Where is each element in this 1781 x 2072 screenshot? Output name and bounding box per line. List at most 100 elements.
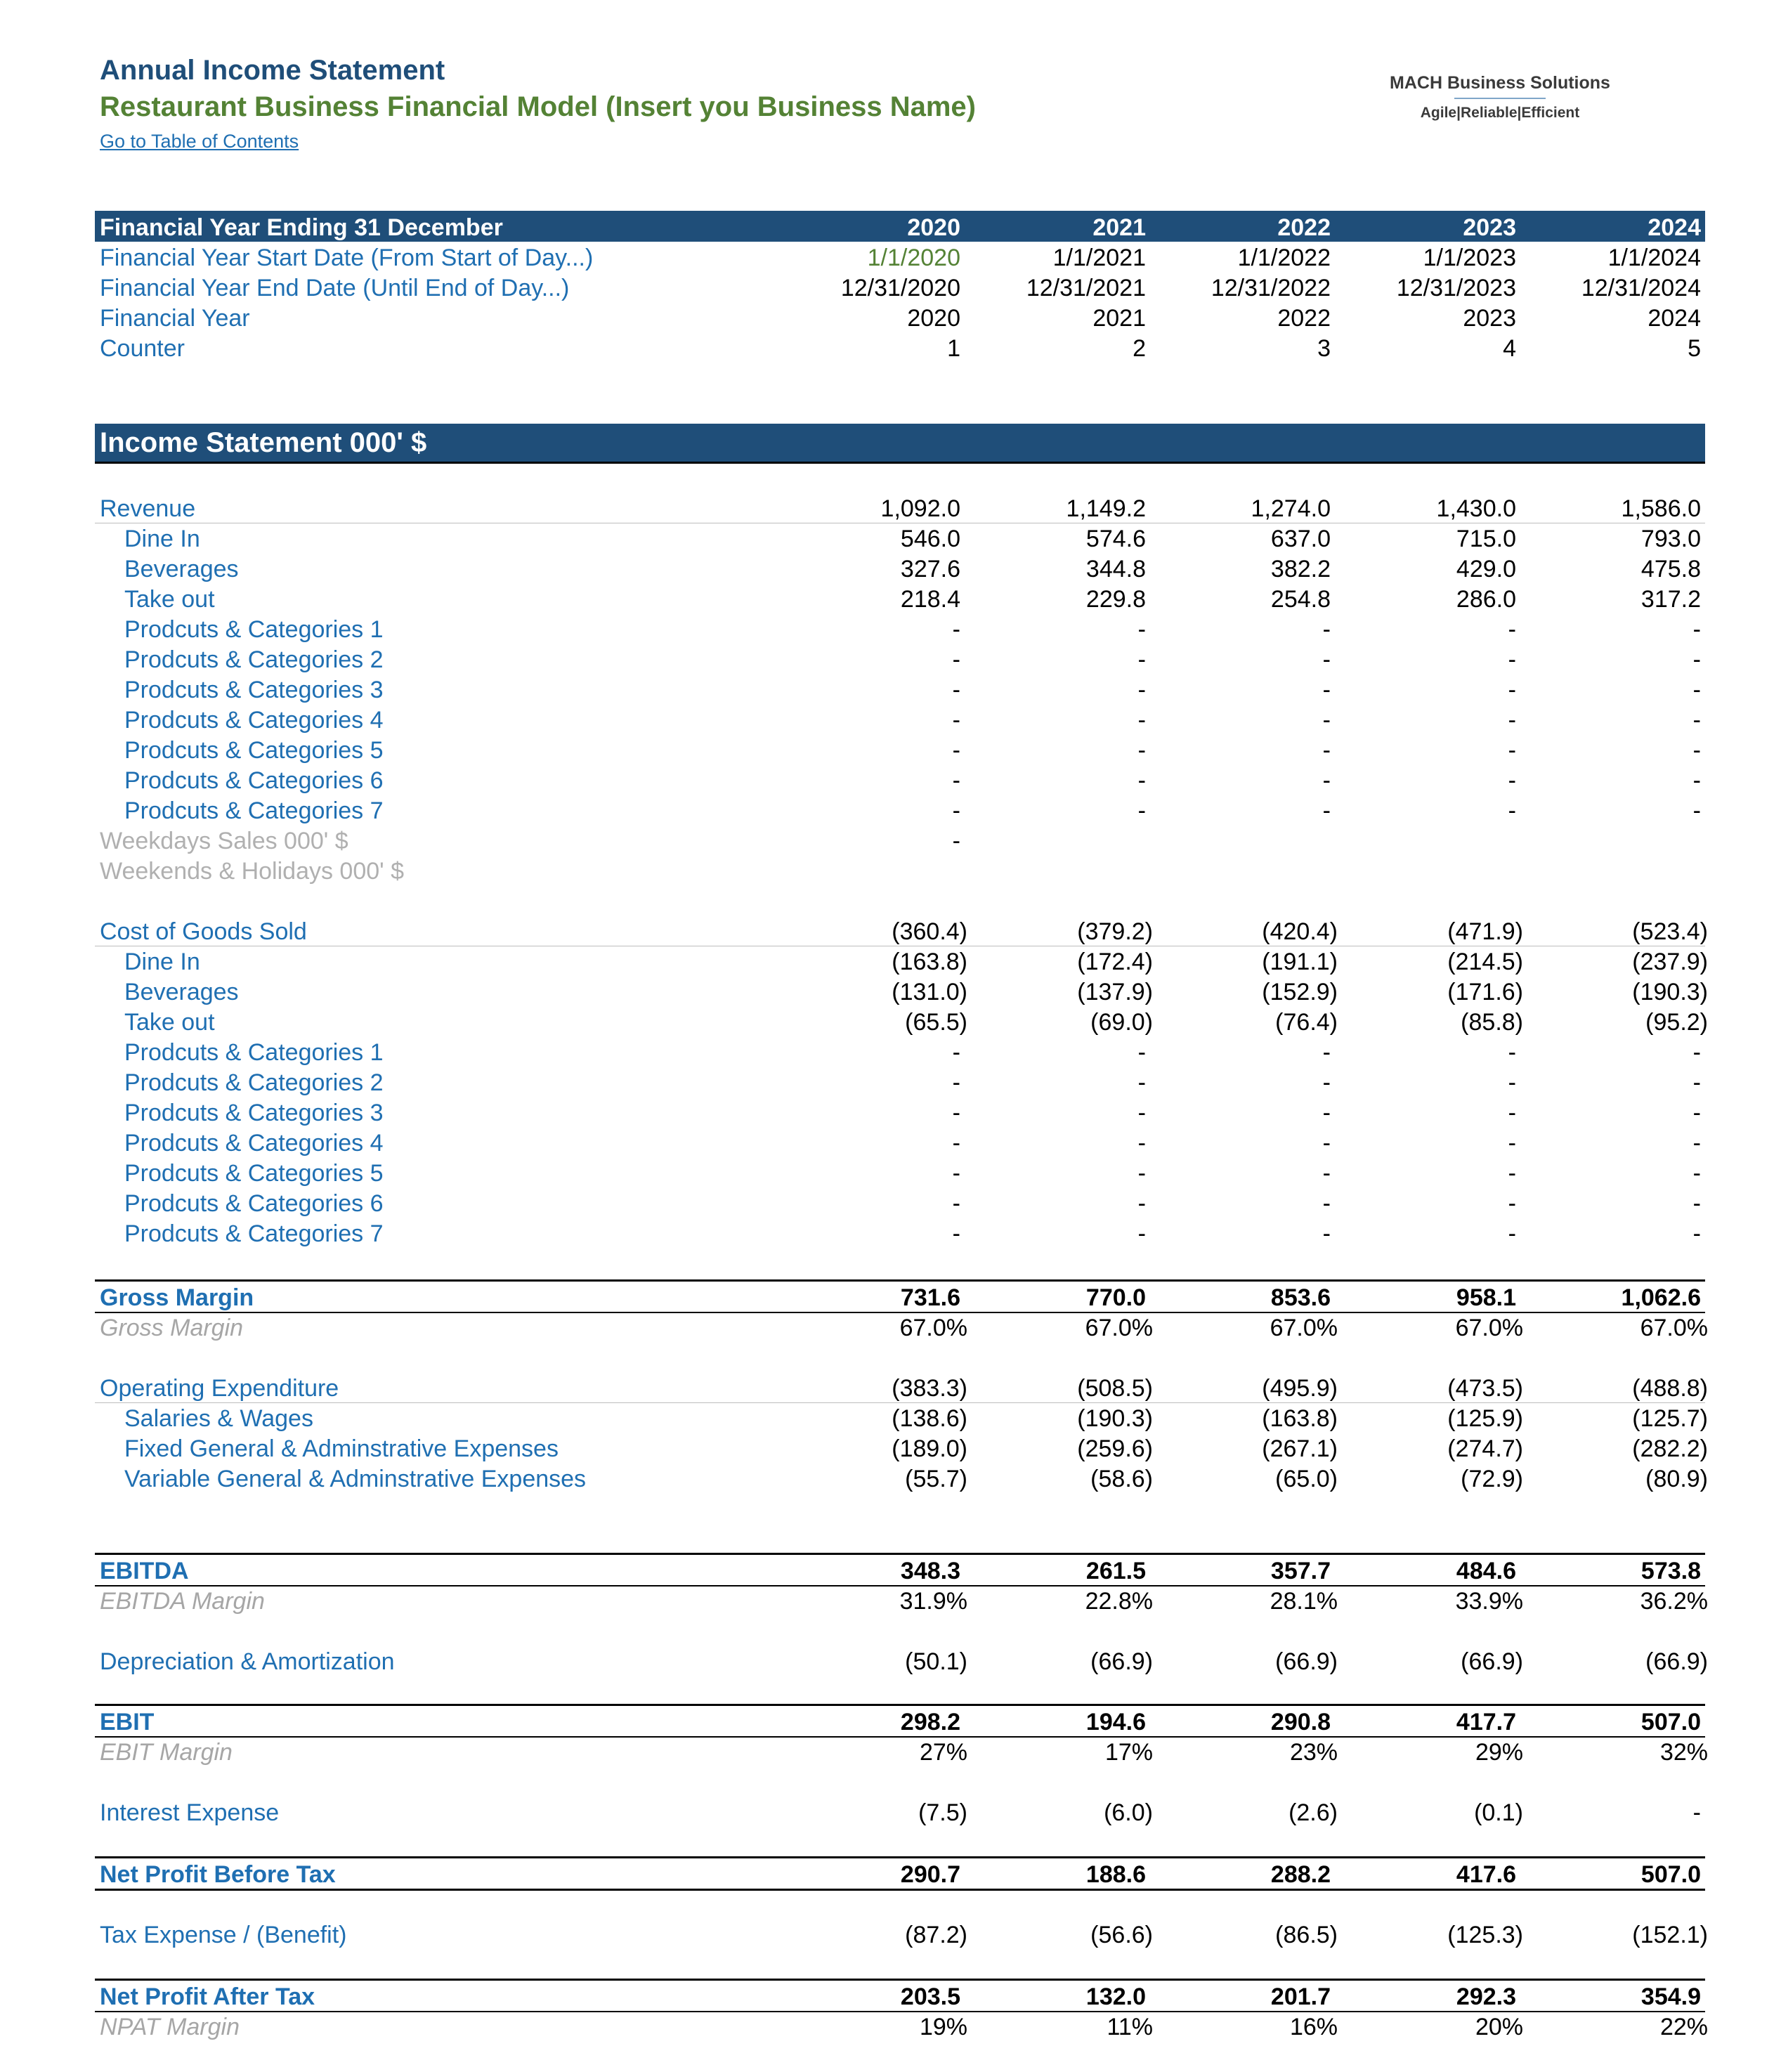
cell: (190.3) <box>1632 979 1708 1005</box>
gross-margin-pct-row: Gross Margin 67.0% 67.0% 67.0% 67.0% 67.… <box>95 1312 1708 1343</box>
cell: 1,430.0 <box>1436 495 1516 522</box>
cell: (50.1) <box>905 1648 967 1675</box>
cell: 546.0 <box>900 526 960 552</box>
cell: 507.0 <box>1640 1709 1701 1735</box>
cell: 770.0 <box>1085 1284 1146 1311</box>
cell: - <box>952 737 960 764</box>
row-label: Prodcuts & Categories 6 <box>124 767 384 794</box>
cell: (66.9) <box>1645 1648 1708 1675</box>
row-label: EBIT Margin <box>100 1739 233 1766</box>
npat-margin-row: NPAT Margin 19% 11% 16% 20% 22% <box>95 2012 1708 2042</box>
cell: 853.6 <box>1270 1284 1331 1311</box>
cell: 574.6 <box>1085 526 1146 552</box>
cell: - <box>952 707 960 734</box>
cell: - <box>1692 767 1701 794</box>
cell: (137.9) <box>1077 979 1153 1005</box>
cell: - <box>1137 616 1146 643</box>
cell: - <box>1322 1160 1331 1187</box>
cell: (66.9) <box>1090 1648 1153 1675</box>
cell: 229.8 <box>1085 586 1146 613</box>
cell: 22% <box>1659 2014 1708 2040</box>
row-label: Weekends & Holidays 000' $ <box>100 858 405 885</box>
cell: - <box>1137 1039 1146 1066</box>
interest-expense-row: Interest Expense (7.5) (6.0) (2.6) (0.1)… <box>95 1797 1705 1827</box>
cell: (125.9) <box>1447 1405 1523 1432</box>
opex-item-row: Fixed General & Adminstrative Expenses (… <box>95 1433 1708 1464</box>
cell: 28.1% <box>1270 1588 1338 1615</box>
ebit-row: EBIT 298.2 194.6 290.8 417.7 507.0 <box>95 1707 1705 1737</box>
cell: 288.2 <box>1270 1861 1331 1888</box>
cell: (488.8) <box>1632 1375 1708 1402</box>
period-row-financial-year: Financial Year 2020 2021 2022 2023 2024 <box>95 303 1705 333</box>
gross-margin-row: Gross Margin 731.6 770.0 853.6 958.1 1,0… <box>95 1282 1705 1312</box>
cell: - <box>1322 767 1331 794</box>
cell: 203.5 <box>900 1983 960 2010</box>
table-of-contents-link[interactable]: Go to Table of Contents <box>100 131 299 152</box>
row-label: Prodcuts & Categories 3 <box>124 677 384 703</box>
cell: 12/31/2023 <box>1396 275 1516 301</box>
cell: (0.1) <box>1474 1799 1523 1826</box>
ebit-margin-row: EBIT Margin 27% 17% 23% 29% 32% <box>95 1737 1708 1767</box>
cell: 2021 <box>1092 305 1146 332</box>
cell: - <box>1137 1100 1146 1126</box>
cell: 348.3 <box>900 1558 960 1584</box>
ebit-top-rule <box>95 1704 1705 1706</box>
cell: - <box>1508 797 1516 824</box>
revenue-item-row: Prodcuts & Categories 6 - - - - - <box>95 765 1705 795</box>
cell: 5 <box>1688 335 1701 362</box>
cell: - <box>1322 737 1331 764</box>
cell: 1,274.0 <box>1251 495 1331 522</box>
cell: (259.6) <box>1077 1435 1153 1462</box>
cogs-item-row: Dine In (163.8) (172.4) (191.1) (214.5) … <box>95 946 1708 977</box>
cell: 12/31/2022 <box>1211 275 1331 301</box>
cell: - <box>952 1100 960 1126</box>
row-label: Prodcuts & Categories 1 <box>124 1039 384 1066</box>
cell: - <box>1692 797 1701 824</box>
period-row-start-date: Financial Year Start Date (From Start of… <box>95 242 1705 273</box>
cell: (190.3) <box>1077 1405 1153 1432</box>
cell: - <box>1322 797 1331 824</box>
row-label: EBITDA Margin <box>100 1588 265 1615</box>
cell: (65.0) <box>1275 1466 1338 1492</box>
cell: 3 <box>1317 335 1331 362</box>
cell: 357.7 <box>1270 1558 1331 1584</box>
row-label: Depreciation & Amortization <box>100 1648 395 1675</box>
revenue-item-row: Prodcuts & Categories 5 - - - - - <box>95 735 1705 765</box>
cell: 36.2% <box>1640 1588 1708 1615</box>
cell: 12/31/2024 <box>1581 275 1701 301</box>
cell: (152.9) <box>1262 979 1338 1005</box>
cell: 573.8 <box>1640 1558 1701 1584</box>
row-label: Prodcuts & Categories 3 <box>124 1100 384 1126</box>
cell: 731.6 <box>900 1284 960 1311</box>
cell: 67.0% <box>1085 1315 1153 1341</box>
cell: (6.0) <box>1104 1799 1153 1826</box>
cell: (214.5) <box>1447 949 1523 975</box>
cell: - <box>1508 1039 1516 1066</box>
cell: 67.0% <box>1455 1315 1523 1341</box>
cell: - <box>1692 677 1701 703</box>
period-header-label: Financial Year Ending 31 December <box>100 214 503 241</box>
revenue-item-row: Beverages 327.6 344.8 382.2 429.0 475.8 <box>95 554 1705 584</box>
cell: (86.5) <box>1275 1922 1338 1948</box>
cell: 1/1/2022 <box>1237 245 1331 271</box>
row-label: Take out <box>124 586 215 613</box>
cell: (58.6) <box>1090 1466 1153 1492</box>
cell: - <box>1508 707 1516 734</box>
cell: - <box>1322 1069 1331 1096</box>
ebitda-margin-row: EBITDA Margin 31.9% 22.8% 28.1% 33.9% 36… <box>95 1586 1708 1616</box>
npat-top-rule <box>95 1979 1705 1981</box>
page-title: Annual Income Statement <box>100 55 445 86</box>
row-label: NPAT Margin <box>100 2014 240 2040</box>
cell: 715.0 <box>1456 526 1516 552</box>
cell: - <box>1322 707 1331 734</box>
cell: (69.0) <box>1090 1009 1153 1036</box>
logo-divider <box>1454 98 1546 99</box>
cell: - <box>1137 797 1146 824</box>
cell: - <box>1322 1100 1331 1126</box>
cell: 1,092.0 <box>880 495 960 522</box>
cell: 292.3 <box>1456 1983 1516 2010</box>
cell: 17% <box>1104 1739 1153 1766</box>
cell: - <box>1322 1039 1331 1066</box>
cell: - <box>1137 767 1146 794</box>
cell: 344.8 <box>1085 556 1146 582</box>
